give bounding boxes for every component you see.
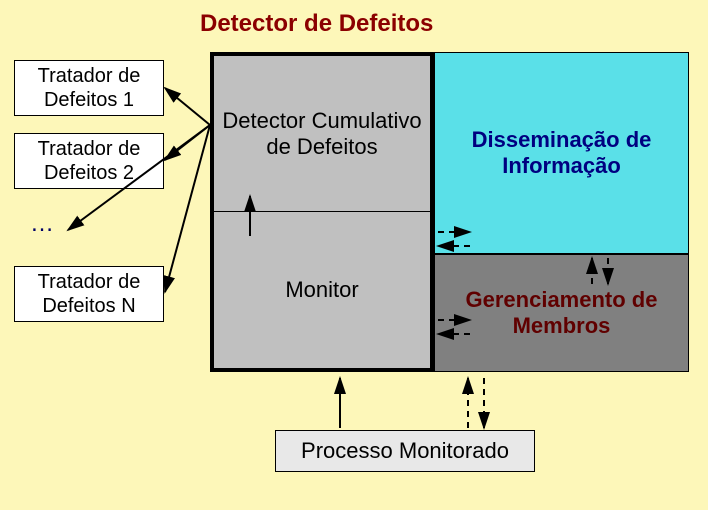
handler-box-1: Tratador deDefeitos 1 [14, 60, 164, 116]
monitor-box: Monitor [214, 212, 430, 368]
cumulative-detector-box: Detector Cumulativo de Defeitos [214, 56, 430, 212]
handlers-ellipsis: … [30, 210, 54, 238]
detector-container: Detector Cumulativo de Defeitos Monitor [210, 52, 434, 372]
membership-box: Gerenciamento de Membros [434, 254, 689, 372]
diagram-title: Detector de Defeitos [200, 10, 433, 38]
handler-box-n: Tratador deDefeitos N [14, 266, 164, 322]
dissemination-box: Disseminação de Informação [434, 52, 689, 254]
process-box: Processo Monitorado [275, 430, 535, 472]
handler-box-2: Tratador deDefeitos 2 [14, 133, 164, 189]
